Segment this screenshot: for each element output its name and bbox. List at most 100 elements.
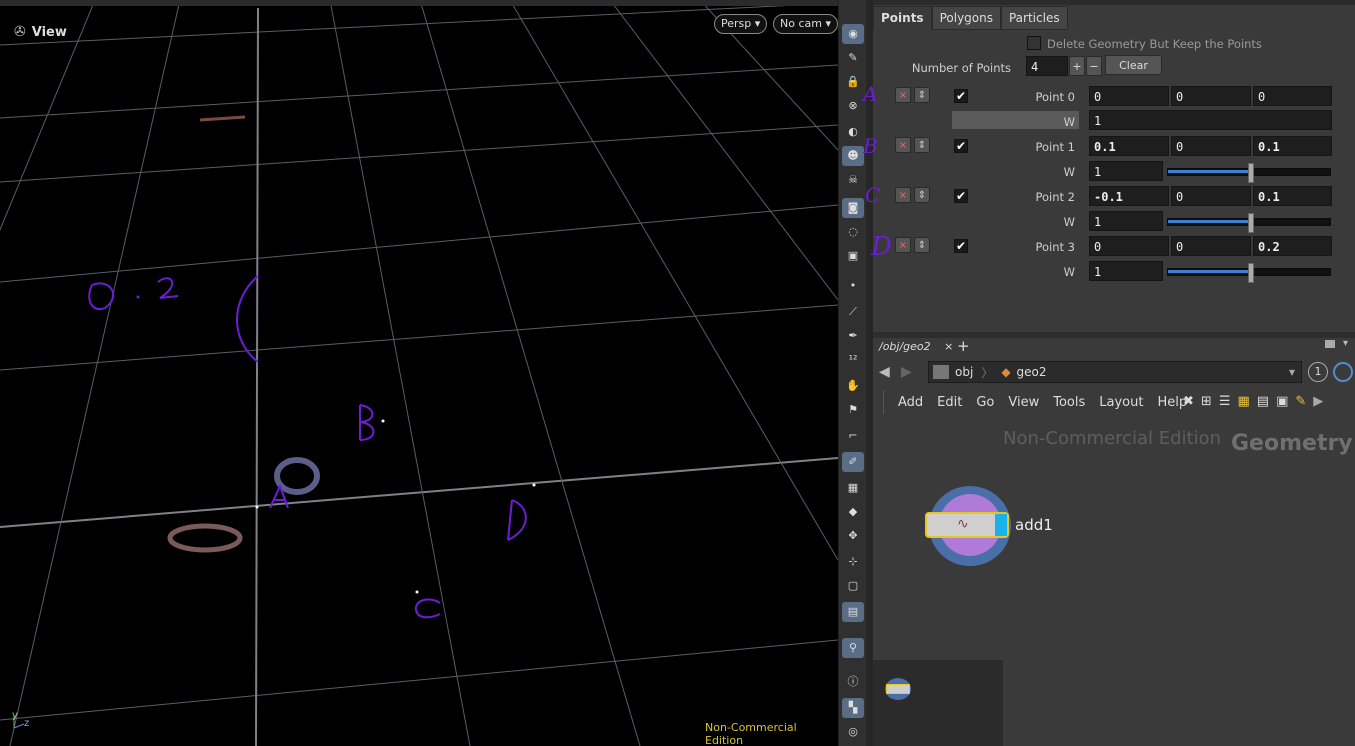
diamond-icon[interactable]: ◆ (842, 502, 864, 522)
tab-particles[interactable]: Particles (1000, 6, 1068, 30)
pane-menu-chevron-icon[interactable]: ▾ (1343, 338, 1348, 349)
preview-icon[interactable]: ▣ (1276, 394, 1288, 409)
point-1-enabled-checkbox[interactable]: ✔ (954, 139, 968, 153)
point-0-enabled-checkbox[interactable]: ✔ (954, 89, 968, 103)
point-3-enabled-checkbox[interactable]: ✔ (954, 239, 968, 253)
clear-button[interactable]: Clear (1105, 55, 1162, 75)
network-overview[interactable] (873, 660, 1003, 746)
point-3-w-field[interactable]: 1 (1089, 261, 1163, 281)
location-pin-icon[interactable]: ⚲ (842, 638, 864, 658)
remove-point-1-icon[interactable]: × (895, 137, 911, 153)
breadcrumb-obj[interactable]: obj (955, 365, 973, 379)
tab-points[interactable]: Points (873, 6, 932, 30)
paint-icon[interactable]: ✋ (842, 376, 864, 396)
point-1-x-field[interactable]: 0.1 (1089, 136, 1169, 156)
chevron-down-icon[interactable]: ▾ (1289, 365, 1295, 379)
add-node[interactable]: ∿ (925, 512, 1009, 538)
render-camera-icon[interactable]: ▣ (842, 246, 864, 266)
remove-point-button[interactable]: − (1086, 56, 1102, 76)
menu-layout[interactable]: Layout (1092, 393, 1150, 413)
menu-tools[interactable]: Tools (1046, 393, 1092, 413)
point-2-w-field[interactable]: 1 (1089, 211, 1163, 231)
back-arrow-icon[interactable]: ◀ (879, 364, 890, 380)
more-arrow-icon[interactable]: ▶ (1313, 394, 1323, 409)
remove-point-2-icon[interactable]: × (895, 187, 911, 203)
show-handles-icon[interactable]: ◉ (842, 24, 864, 44)
menu-edit[interactable]: Edit (930, 393, 969, 413)
camera-icon[interactable]: ◙ (842, 198, 864, 218)
info-icon[interactable]: ⓘ (842, 672, 864, 692)
box-icon[interactable]: ▢ (842, 576, 864, 596)
snap-icon[interactable]: ✎ (842, 48, 864, 68)
corner-icon[interactable]: ⌐ (842, 426, 864, 446)
pivot-icon[interactable]: ⊹ (842, 552, 864, 572)
node-label[interactable]: add1 (1015, 516, 1053, 534)
link-icon[interactable] (1333, 362, 1353, 382)
visibility-eye-icon[interactable]: ◎ (842, 722, 864, 742)
layout-grid-icon[interactable]: ▚ (842, 698, 864, 718)
pane-divider[interactable] (866, 0, 873, 746)
grid-view-icon[interactable]: ▦ (1237, 394, 1249, 409)
bookmark-icon[interactable]: ⚑ (842, 400, 864, 420)
checker-icon[interactable]: ▦ (842, 478, 864, 498)
point-1-z-field[interactable]: 0.1 (1253, 136, 1332, 156)
persp-menu-button[interactable]: Persp ▾ (714, 14, 768, 34)
butterfly-icon[interactable]: ✥ (842, 526, 864, 546)
add-tab-button[interactable]: + (957, 337, 970, 355)
point-2-w-slider[interactable] (1167, 213, 1331, 233)
reorder-point-2-icon[interactable]: ⇕ (914, 187, 930, 203)
point-1-w-field[interactable]: 1 (1089, 161, 1163, 181)
menu-add[interactable]: Add (891, 393, 930, 413)
display-flag[interactable] (995, 514, 1007, 536)
lock-icon[interactable]: 🔒 (842, 72, 864, 92)
skull-icon[interactable]: ☠ (842, 170, 864, 190)
close-tab-icon[interactable]: × (944, 340, 953, 353)
pane-collapse-handle[interactable] (873, 390, 884, 414)
point-0-x-field[interactable]: 0 (1089, 86, 1169, 106)
lighting-icon[interactable]: ◐ (842, 122, 864, 142)
numbers-icon[interactable]: ¹² (842, 350, 864, 370)
point-0-z-field[interactable]: 0 (1253, 86, 1332, 106)
reorder-point-0-icon[interactable]: ⇕ (914, 87, 930, 103)
camera-dropdown[interactable]: No cam ▾ (773, 14, 838, 34)
point-1-w-slider[interactable] (1167, 163, 1331, 183)
forward-arrow-icon[interactable]: ▶ (901, 364, 912, 380)
tree-icon[interactable]: ⊞ (1201, 394, 1212, 409)
point-2-z-field[interactable]: 0.1 (1253, 186, 1332, 206)
point-1-y-field[interactable]: 0 (1171, 136, 1251, 156)
breadcrumb-geo2[interactable]: geo2 (1017, 365, 1047, 379)
eye-icon[interactable]: ◌ (842, 222, 864, 242)
point-3-z-field[interactable]: 0.2 (1253, 236, 1332, 256)
reorder-point-1-icon[interactable]: ⇕ (914, 137, 930, 153)
close-icon[interactable]: ⊗ (842, 96, 864, 116)
ghost-icon[interactable]: ☻ (842, 146, 864, 166)
num-points-field[interactable]: 4 (1026, 56, 1068, 76)
point-2-x-field[interactable]: -0.1 (1089, 186, 1169, 206)
remove-point-0-icon[interactable]: × (895, 87, 911, 103)
network-editor[interactable]: /obj/geo2 × + ▾ ◀ ▶ obj 〉 ◆ geo2 ▾ 1 Add… (873, 337, 1355, 746)
path-bar[interactable]: obj 〉 ◆ geo2 ▾ (928, 361, 1302, 383)
point-0-y-field[interactable]: 0 (1171, 86, 1251, 106)
remove-point-3-icon[interactable]: × (895, 237, 911, 253)
menu-view[interactable]: View (1001, 393, 1046, 413)
point-3-y-field[interactable]: 0 (1171, 236, 1251, 256)
tab-network-path[interactable]: /obj/geo2 × (873, 338, 960, 356)
point-2-enabled-checkbox[interactable]: ✔ (954, 189, 968, 203)
reorder-point-3-icon[interactable]: ⇕ (914, 237, 930, 253)
3d-viewport[interactable]: ✇ View Persp ▾ No cam ▾ y z Non-Commerci… (0, 0, 838, 746)
sculpt-icon[interactable]: ✐ (842, 452, 864, 472)
delete-geometry-checkbox[interactable] (1027, 36, 1041, 50)
pane-layout-icon[interactable] (1325, 340, 1335, 348)
point-icon[interactable]: • (842, 276, 864, 296)
point-2-y-field[interactable]: 0 (1171, 186, 1251, 206)
wrench-icon[interactable]: ✖ (1183, 394, 1194, 409)
brush-icon[interactable]: ⟋ (842, 302, 864, 322)
point-3-w-slider[interactable] (1167, 263, 1331, 283)
point-0-w-field[interactable]: 1 (1089, 110, 1332, 130)
view-title[interactable]: ✇ View (14, 24, 67, 40)
point-3-x-field[interactable]: 0 (1089, 236, 1169, 256)
list-view-icon[interactable]: ☰ (1219, 394, 1231, 409)
details-icon[interactable]: ▤ (1257, 394, 1269, 409)
sticky-note-icon[interactable]: ✎ (1295, 394, 1306, 409)
background-image-icon[interactable]: ▤ (842, 602, 864, 622)
